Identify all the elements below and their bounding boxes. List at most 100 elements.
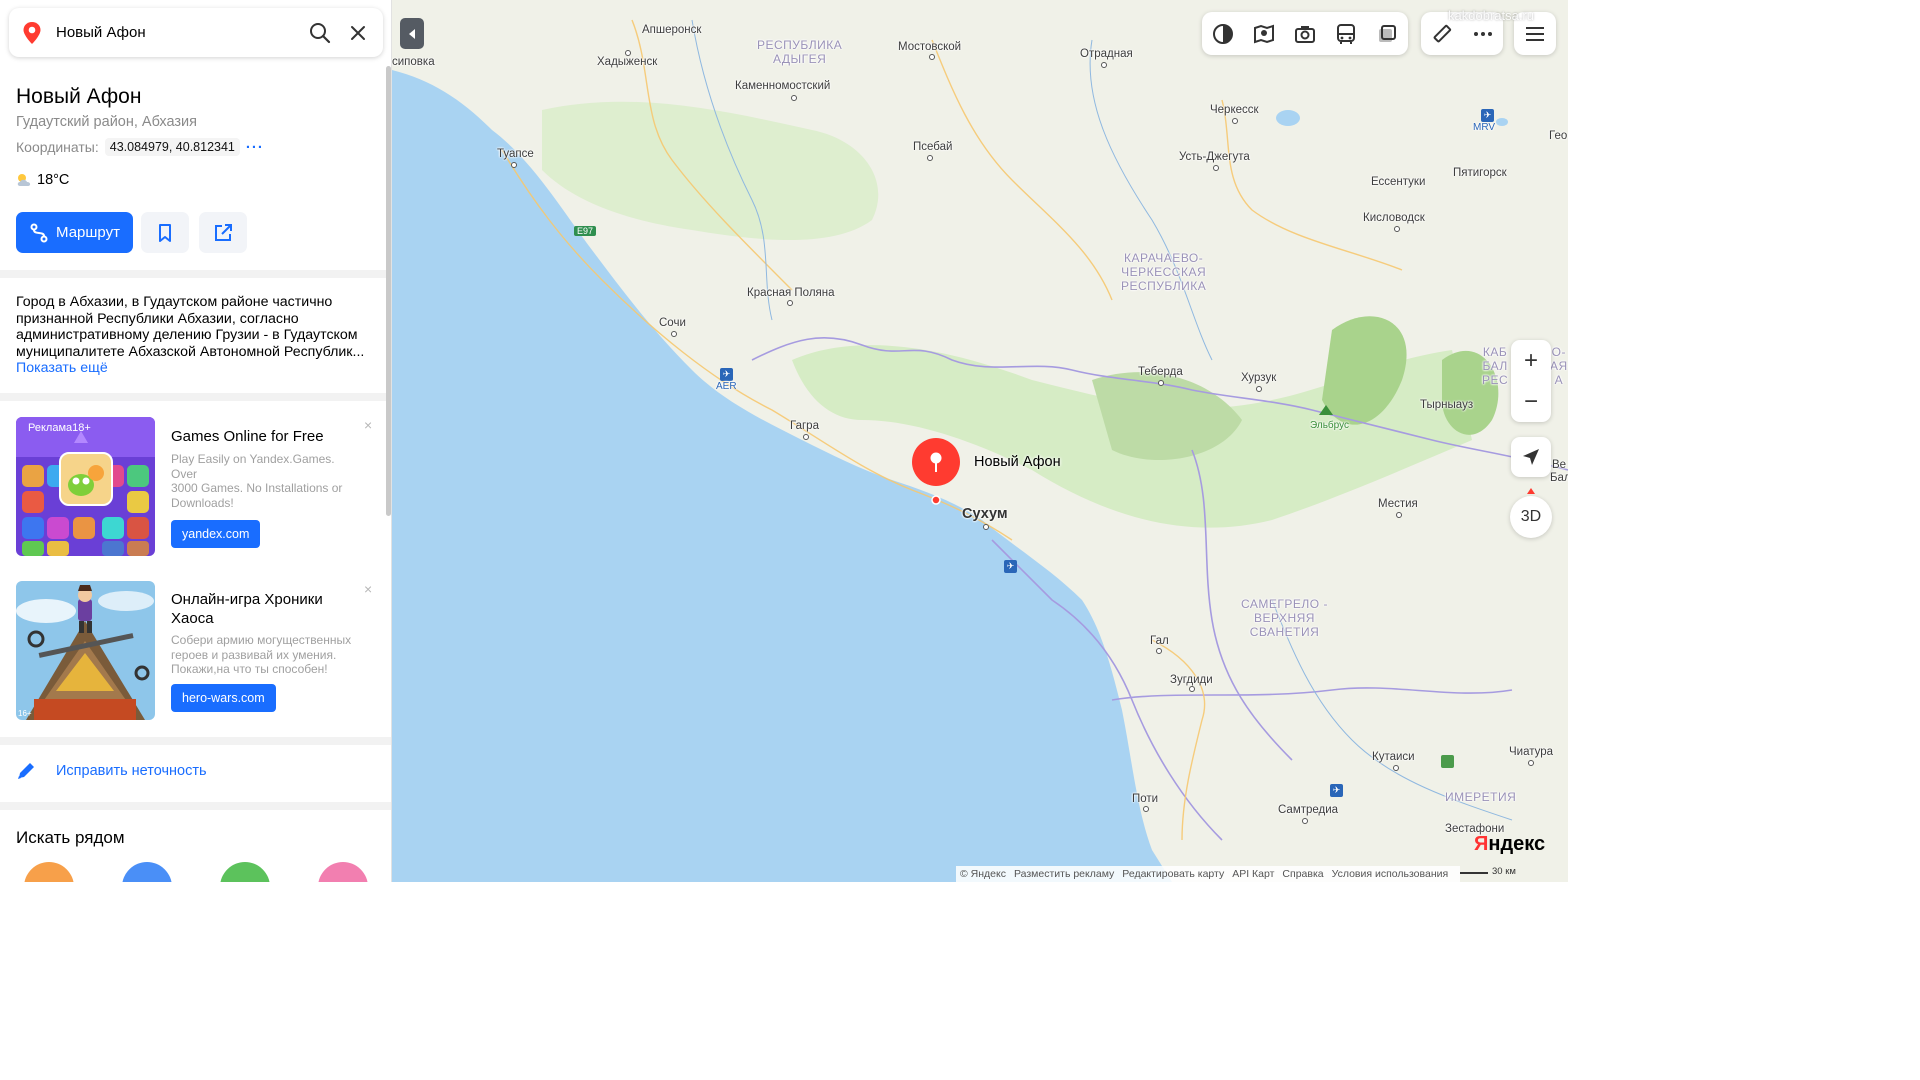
map-label[interactable]: Тырныауз xyxy=(1420,399,1473,411)
yandex-logo[interactable]: Яндекс xyxy=(1474,833,1545,856)
nearby-category-button[interactable] xyxy=(122,862,172,882)
camera-icon xyxy=(1294,25,1315,43)
map-label[interactable]: Черкесск xyxy=(1210,104,1259,116)
bookmark-button[interactable] xyxy=(141,212,189,253)
map-label[interactable]: Красная Поляна xyxy=(747,287,835,299)
map-label[interactable]: Хадыженск xyxy=(597,56,657,68)
map-label[interactable]: Каменномостский xyxy=(735,80,830,92)
show-more-link[interactable]: Показать ещё xyxy=(16,360,108,376)
description-line: признанной Республики Абхазии, согласно xyxy=(16,310,299,327)
layer-panorama-button[interactable] xyxy=(1243,12,1284,55)
map-label[interactable]: Псебай xyxy=(913,141,952,153)
footer-copyright[interactable]: © Яндекс xyxy=(960,868,1006,880)
ad-link-button[interactable]: yandex.com xyxy=(171,520,261,548)
layer-traffic-button[interactable] xyxy=(1202,12,1243,55)
footer-link[interactable]: Справка xyxy=(1282,868,1323,880)
ad-image-games[interactable]: Реклама18+ xyxy=(16,417,155,556)
fix-inaccuracy-link[interactable]: Исправить неточность xyxy=(16,761,207,781)
map-label[interactable]: Теберда xyxy=(1138,366,1183,378)
map-label[interactable]: Поти xyxy=(1132,793,1158,805)
nearby-category-button[interactable] xyxy=(318,862,368,882)
zoom-out-button[interactable]: − xyxy=(1511,381,1551,422)
map-label[interactable]: Усть-Джегута xyxy=(1179,151,1250,163)
map-label[interactable]: Кутаиси xyxy=(1372,751,1415,763)
scale-bar xyxy=(1460,872,1488,874)
layer-photo-button[interactable] xyxy=(1284,12,1325,55)
airport-icon[interactable]: ✈ xyxy=(720,368,733,381)
ad-card[interactable]: Реклама18+ Games Online for Free Play Ea… xyxy=(16,417,378,557)
airport-icon[interactable]: ✈ xyxy=(1481,109,1494,122)
sight-icon[interactable] xyxy=(1441,755,1454,768)
city-dot xyxy=(1394,226,1400,232)
marker-label[interactable]: Новый Афон xyxy=(974,454,1061,470)
map-label[interactable]: Гал xyxy=(1150,635,1169,647)
coordinates-row: Координаты: 43.084979, 40.812341 ··· xyxy=(16,138,264,156)
map-label[interactable]: Ессентуки xyxy=(1371,176,1425,188)
nearby-restaurants-button[interactable] xyxy=(24,862,74,882)
city-dot xyxy=(1393,765,1399,771)
geolocation-arrow-icon xyxy=(1523,449,1539,465)
description-line: Город в Абхазии, в Гудаутском районе час… xyxy=(16,294,333,310)
footer-link[interactable]: Редактировать карту xyxy=(1122,868,1224,880)
sidebar-scrollbar[interactable] xyxy=(386,66,391,516)
section-divider xyxy=(0,802,391,810)
map-label[interactable]: Кисловодск xyxy=(1363,212,1425,224)
map-label[interactable]: Отрадная xyxy=(1080,48,1133,60)
city-dot xyxy=(929,54,935,60)
city-dot xyxy=(1213,165,1219,171)
airport-icon[interactable]: ✈ xyxy=(1330,784,1343,797)
section-divider xyxy=(0,737,391,745)
more-options-button[interactable]: ··· xyxy=(246,139,264,156)
map-label[interactable]: Эльбрус xyxy=(1310,420,1349,431)
map-label[interactable]: сиповка xyxy=(392,56,435,68)
map-label[interactable]: Сочи xyxy=(659,317,686,329)
map-label[interactable]: Сухум xyxy=(962,506,1008,522)
collapse-sidebar-button[interactable] xyxy=(400,18,424,49)
map-label[interactable]: Бал xyxy=(1550,472,1568,484)
layer-transport-button[interactable] xyxy=(1325,12,1366,55)
share-button[interactable] xyxy=(199,212,247,253)
city-dot xyxy=(1232,118,1238,124)
city-dot xyxy=(787,300,793,306)
ad-image-hero-wars[interactable]: 16+ xyxy=(16,581,155,720)
route-button[interactable]: Маршрут xyxy=(16,212,133,253)
ad-text-line: Downloads! xyxy=(171,495,234,510)
logo-rest: ндекс xyxy=(1488,833,1546,855)
map-label[interactable]: Пятигорск xyxy=(1453,167,1507,179)
search-box[interactable]: Новый Афон xyxy=(9,8,383,57)
footer-link[interactable]: Разместить рекламу xyxy=(1014,868,1114,880)
map-label[interactable]: Мостовской xyxy=(898,41,961,53)
map-label[interactable]: Апшеронск xyxy=(642,24,701,36)
map-label[interactable]: Самтредиа xyxy=(1278,804,1338,816)
search-input[interactable]: Новый Афон xyxy=(56,24,307,41)
map-label[interactable]: Гео xyxy=(1549,130,1567,142)
region-label: КАРАЧАЕВО- ЧЕРКЕССКАЯ РЕСПУБЛИКА xyxy=(1121,251,1207,293)
ad-link-button[interactable]: hero-wars.com xyxy=(171,684,276,712)
map-label[interactable]: Чиатура xyxy=(1509,746,1553,758)
city-dot xyxy=(1101,62,1107,68)
3d-toggle-button[interactable]: 3D xyxy=(1510,496,1552,538)
my-location-button[interactable] xyxy=(1511,437,1551,477)
airport-icon[interactable]: ✈ xyxy=(1004,560,1017,573)
map-label[interactable]: Местия xyxy=(1378,498,1418,510)
clear-search-button[interactable] xyxy=(345,20,371,46)
map-label[interactable]: Туапсе xyxy=(497,148,534,160)
map-label[interactable]: Гагра xyxy=(790,420,819,432)
temperature: 18°C xyxy=(37,172,70,188)
ad-close-button[interactable]: × xyxy=(364,417,372,433)
map-label[interactable]: Be xyxy=(1552,459,1566,471)
ad-card[interactable]: 16+ Онлайн-игра Хроники Хаоса Собери арм… xyxy=(16,581,378,721)
ad-title[interactable]: Онлайн-игра Хроники Хаоса xyxy=(171,590,356,628)
nearby-category-button[interactable] xyxy=(220,862,270,882)
search-button[interactable] xyxy=(307,20,333,46)
zoom-in-button[interactable]: + xyxy=(1511,340,1551,381)
coordinates-value[interactable]: 43.084979, 40.812341 xyxy=(104,138,240,156)
ad-close-button[interactable]: × xyxy=(364,581,372,597)
footer-link[interactable]: Условия использования xyxy=(1332,868,1449,880)
layer-map-type-button[interactable] xyxy=(1366,12,1407,55)
map-label[interactable]: Хурзук xyxy=(1241,372,1276,384)
map-label[interactable]: Зугдиди xyxy=(1170,674,1213,686)
footer-link[interactable]: API Карт xyxy=(1232,868,1274,880)
ad-title[interactable]: Games Online for Free xyxy=(171,427,356,446)
map-canvas[interactable]: Апшеронск Хадыженск сиповка РЕСПУБЛИКА АД… xyxy=(392,0,1568,882)
